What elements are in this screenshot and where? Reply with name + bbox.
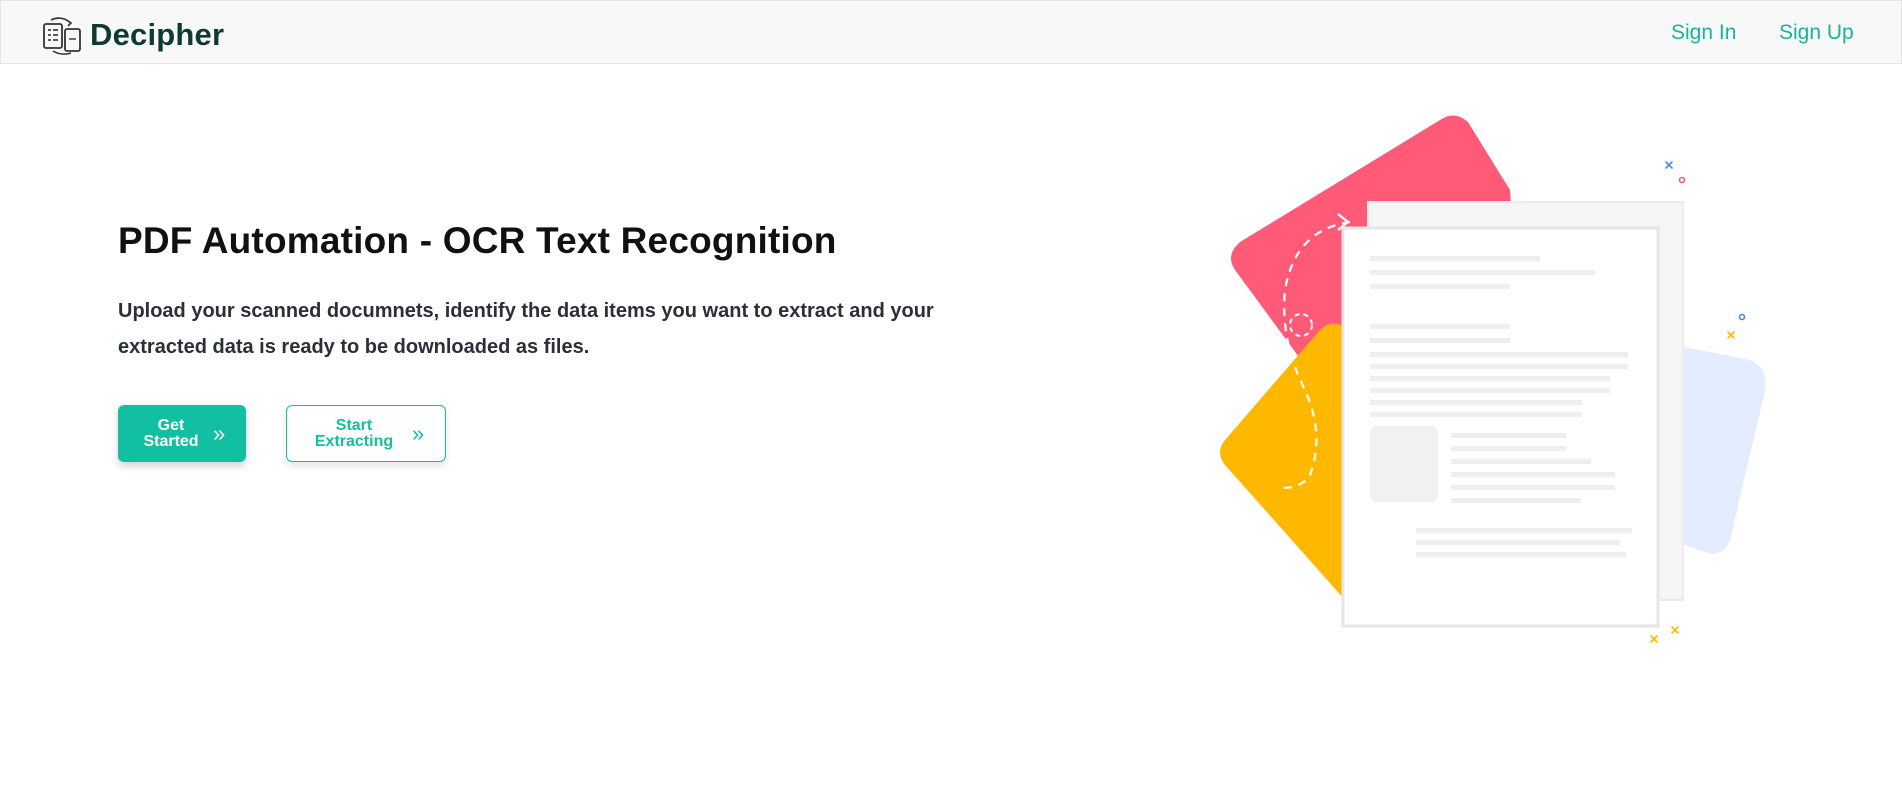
brand-logo-link[interactable]: Decipher [41, 15, 224, 55]
double-chevron-right-icon: » [213, 420, 226, 446]
hero-title: PDF Automation - OCR Text Recognition [118, 220, 837, 261]
navbar: Decipher Sign In Sign Up [0, 0, 1902, 64]
sign-up-link[interactable]: Sign Up [1779, 21, 1854, 45]
get-started-button[interactable]: Get Started » [118, 405, 246, 462]
double-chevron-right-icon: » [412, 420, 425, 446]
brand-name: Decipher [90, 17, 225, 52]
document-convert-icon [41, 15, 83, 55]
sign-in-link[interactable]: Sign In [1671, 21, 1736, 45]
documents-illustration [1210, 110, 1780, 660]
start-extracting-button[interactable]: Start Extracting » [286, 405, 446, 462]
hero-description: Upload your scanned documnets, identify … [118, 300, 934, 358]
get-started-label: Get Started [143, 416, 199, 450]
start-extracting-label: Start Extracting [314, 416, 394, 450]
